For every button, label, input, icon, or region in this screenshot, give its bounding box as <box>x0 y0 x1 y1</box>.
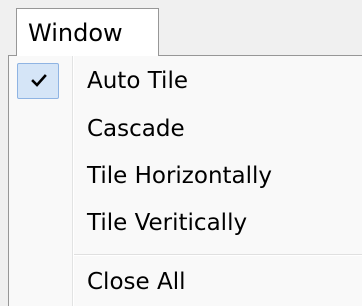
menu-item-tile-horizontally[interactable]: Tile Horizontally <box>10 156 360 196</box>
menu-item-label: Tile Veritically <box>87 210 248 236</box>
menu-item-label: Cascade <box>87 116 185 142</box>
window-menu-screen: Window Auto Tile Cascade Tile Horizontal… <box>0 0 362 306</box>
menu-item-auto-tile[interactable]: Auto Tile <box>10 61 360 101</box>
window-dropdown-menu: Auto Tile Cascade Tile Horizontally Tile… <box>8 55 362 306</box>
menu-item-label: Tile Horizontally <box>87 163 273 189</box>
menu-window-label: Window <box>28 19 123 47</box>
menu-item-label: Auto Tile <box>87 68 188 94</box>
menu-item-cascade[interactable]: Cascade <box>10 109 360 149</box>
check-icon <box>31 74 47 87</box>
menubar: Window <box>0 0 362 56</box>
menu-item-tile-vertically[interactable]: Tile Veritically <box>10 203 360 243</box>
menu-item-close-all[interactable]: Close All <box>10 262 360 302</box>
menu-item-label: Close All <box>87 269 186 295</box>
menu-separator-highlight <box>74 255 362 256</box>
checked-indicator <box>17 63 59 99</box>
menu-window[interactable]: Window <box>16 8 159 56</box>
